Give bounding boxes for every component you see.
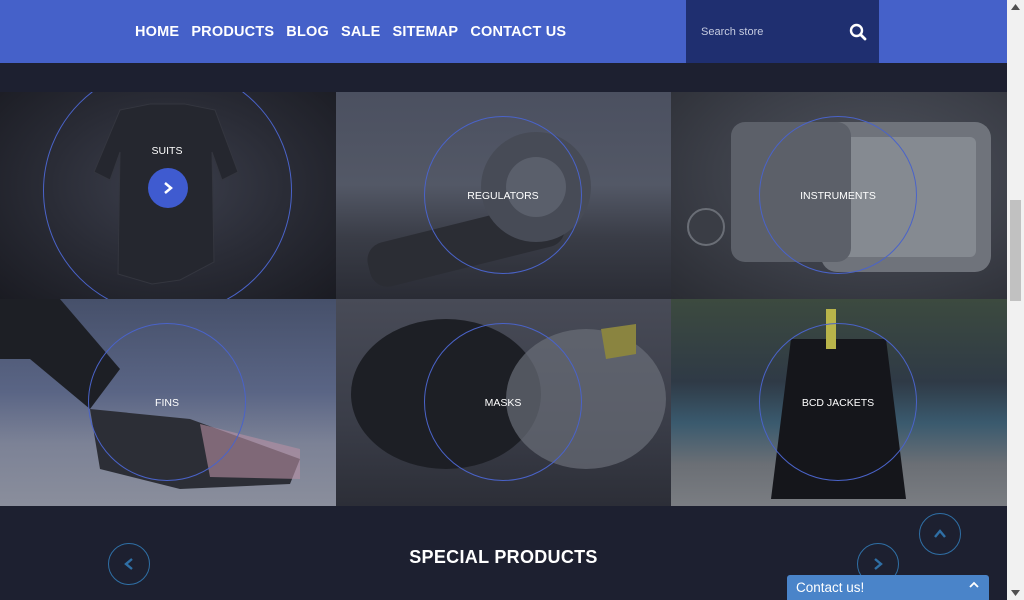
- category-masks[interactable]: MASKS: [336, 299, 671, 506]
- main-nav: HOME PRODUCTS BLOG SALE SITEMAP CONTACT …: [135, 0, 578, 63]
- contact-us-bar[interactable]: Contact us!: [787, 575, 989, 600]
- category-regulators[interactable]: REGULATORS: [336, 92, 671, 299]
- category-fins[interactable]: FINS: [0, 299, 336, 506]
- regulators-label: REGULATORS: [467, 190, 539, 202]
- suits-label: SUITS: [151, 145, 183, 157]
- scrollbar-thumb[interactable]: [1010, 200, 1021, 301]
- nav-contact-us[interactable]: CONTACT US: [470, 24, 566, 40]
- scroll-down-arrow-icon[interactable]: [1011, 590, 1020, 596]
- suits-view-button[interactable]: [148, 168, 188, 208]
- instruments-label: INSTRUMENTS: [800, 190, 876, 202]
- nav-blog[interactable]: BLOG: [286, 24, 329, 40]
- category-suits[interactable]: SUITS: [0, 92, 336, 299]
- nav-sale[interactable]: SALE: [341, 24, 380, 40]
- page-scrollbar[interactable]: [1007, 0, 1024, 600]
- nav-sitemap[interactable]: SITEMAP: [392, 24, 458, 40]
- category-grid: SUITS REGULATORS INSTRUMENTS FINS MASKS …: [0, 92, 1007, 506]
- header-spacer: [0, 63, 1007, 92]
- category-bcd-jackets[interactable]: BCD JACKETS: [671, 299, 1007, 506]
- search-button[interactable]: [836, 0, 879, 63]
- masks-label: MASKS: [484, 397, 522, 409]
- bcd-jackets-label: BCD JACKETS: [801, 397, 875, 409]
- top-header: HOME PRODUCTS BLOG SALE SITEMAP CONTACT …: [0, 0, 1007, 63]
- search-input[interactable]: [686, 0, 836, 63]
- chevron-up-icon: [969, 581, 979, 588]
- special-products-title: SPECIAL PRODUCTS: [409, 547, 598, 567]
- category-instruments[interactable]: INSTRUMENTS: [671, 92, 1007, 299]
- scroll-to-top-button[interactable]: [919, 513, 961, 555]
- scroll-up-arrow-icon[interactable]: [1011, 4, 1020, 10]
- fins-label: FINS: [155, 397, 179, 409]
- nav-products[interactable]: PRODUCTS: [191, 24, 274, 40]
- chevron-right-icon: [874, 558, 883, 570]
- chevron-up-icon: [934, 529, 946, 538]
- nav-home[interactable]: HOME: [135, 24, 179, 40]
- contact-us-label: Contact us!: [796, 580, 865, 595]
- chevron-right-icon: [164, 182, 173, 194]
- search-icon: [849, 23, 866, 40]
- search-box: [686, 0, 879, 63]
